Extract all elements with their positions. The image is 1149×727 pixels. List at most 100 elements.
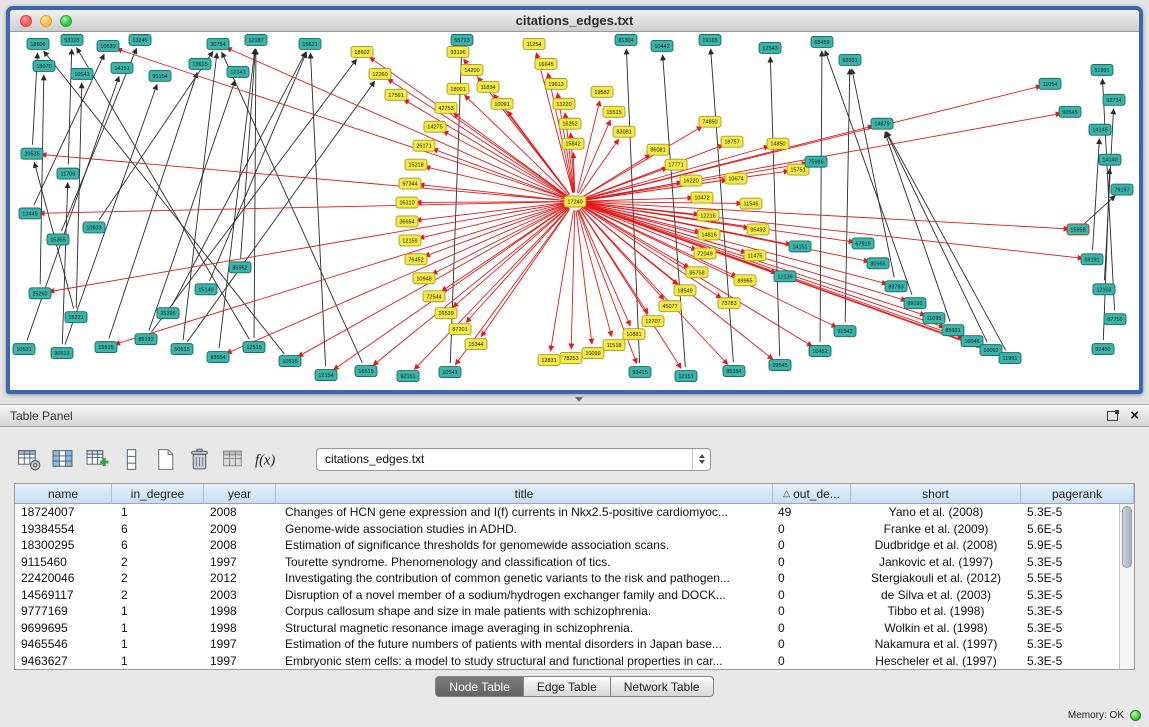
graph-edge[interactable]: [548, 73, 573, 193]
table-cell[interactable]: 0: [773, 554, 851, 571]
graph-node[interactable]: 12141: [227, 66, 249, 77]
graph-node[interactable]: 86081: [647, 144, 669, 155]
graph-edge[interactable]: [584, 204, 888, 284]
graph-node[interactable]: 10091: [491, 98, 513, 109]
graph-node[interactable]: 18757: [721, 136, 743, 147]
graph-edge[interactable]: [886, 132, 987, 342]
graph-edge[interactable]: [41, 154, 566, 200]
table-row[interactable]: 969969511998Structural magnetic resonanc…: [15, 620, 1119, 637]
table-cell[interactable]: 5.6E-5: [1021, 521, 1119, 538]
close-window-button[interactable]: [20, 15, 32, 27]
table-cell[interactable]: 0: [773, 653, 851, 670]
table-cell[interactable]: 18300295: [15, 537, 112, 554]
table-cell[interactable]: 2008: [204, 504, 276, 521]
network-canvas[interactable]: 17240 18001 42753 14275 26171 15318 9734…: [10, 32, 1139, 389]
table-settings-button[interactable]: [14, 445, 44, 473]
graph-node[interactable]: 85952: [229, 262, 251, 273]
graph-node[interactable]: 12260: [369, 68, 391, 79]
table-cell[interactable]: 9777169: [15, 603, 112, 620]
table-cell[interactable]: 2012: [204, 570, 276, 587]
network-view-window[interactable]: citations_edges.txt 17240 18001 42753 14…: [6, 6, 1143, 394]
table-cell[interactable]: 0: [773, 537, 851, 554]
minimize-window-button[interactable]: [40, 15, 52, 27]
table-cell[interactable]: 5.3E-5: [1021, 504, 1119, 521]
table-row[interactable]: 946362711997Embryonic stem cells: a mode…: [15, 653, 1119, 670]
graph-edge[interactable]: [626, 49, 639, 363]
close-panel-icon[interactable]: ×: [1130, 409, 1139, 423]
graph-node[interactable]: 16220: [680, 175, 702, 186]
graph-node[interactable]: 19165: [699, 34, 721, 45]
graph-node[interactable]: 15318: [405, 159, 427, 170]
graph-edge[interactable]: [453, 207, 568, 307]
table-row[interactable]: 2242004622012Investigating the contribut…: [15, 570, 1119, 587]
graph-node[interactable]: 87201: [449, 324, 471, 335]
import-table-button[interactable]: [218, 445, 248, 473]
graph-node[interactable]: 17771: [665, 159, 687, 170]
table-cell[interactable]: de Silva et al. (2003): [851, 587, 1021, 604]
graph-node[interactable]: 10881: [623, 329, 645, 340]
graph-edge[interactable]: [369, 57, 567, 196]
table-cell[interactable]: 1: [112, 653, 204, 670]
table-cell[interactable]: 1998: [204, 603, 276, 620]
network-graph[interactable]: 17240 18001 42753 14275 26171 15318 9734…: [10, 32, 1139, 389]
table-cell[interactable]: 1: [112, 504, 204, 521]
edit-table-button[interactable]: [82, 445, 112, 473]
graph-edge[interactable]: [584, 202, 1069, 229]
table-cell[interactable]: 0: [773, 620, 851, 637]
graph-node[interactable]: 10452: [809, 346, 831, 357]
table-cell[interactable]: Disruption of a novel member of a sodium…: [276, 587, 773, 604]
table-cell[interactable]: 0: [773, 603, 851, 620]
graph-node[interactable]: 99545: [769, 360, 791, 371]
graph-node[interactable]: 18549: [674, 285, 696, 296]
graph-node[interactable]: 95493: [747, 224, 769, 235]
graph-edge[interactable]: [241, 49, 256, 258]
table-cell[interactable]: Franke et al. (2009): [851, 521, 1021, 538]
graph-node[interactable]: 10541: [439, 367, 461, 378]
graph-node[interactable]: 15221: [65, 312, 87, 323]
graph-node[interactable]: 11518: [603, 340, 625, 351]
graph-node[interactable]: 12159: [399, 235, 421, 246]
graph-edge[interactable]: [466, 208, 569, 322]
table-cell[interactable]: 0: [773, 521, 851, 538]
graph-node[interactable]: 51991: [1091, 64, 1113, 75]
graph-edge[interactable]: [441, 207, 567, 292]
table-scrollbar[interactable]: [1119, 504, 1134, 669]
table-cell[interactable]: Stergiakouli et al. (2012): [851, 570, 1021, 587]
graph-node[interactable]: 30754: [207, 38, 229, 49]
graph-node[interactable]: 81304: [615, 34, 637, 45]
table-cell[interactable]: Yano et al. (2008): [851, 504, 1021, 521]
graph-edge[interactable]: [419, 185, 566, 201]
graph-node[interactable]: 42753: [435, 102, 457, 113]
graph-edge[interactable]: [770, 57, 779, 356]
graph-edge[interactable]: [424, 205, 566, 257]
table-cell[interactable]: 0: [773, 636, 851, 653]
graph-node[interactable]: 12151: [675, 371, 697, 382]
table-cell[interactable]: 9465546: [15, 636, 112, 653]
graph-node[interactable]: 18070: [33, 60, 55, 71]
table-cell[interactable]: Tibbo et al. (1998): [851, 603, 1021, 620]
graph-node[interactable]: 36654: [396, 216, 418, 227]
graph-node[interactable]: 15355: [47, 234, 69, 245]
graph-node[interactable]: 53103: [61, 34, 83, 45]
graph-edge[interactable]: [77, 48, 250, 340]
graph-edge[interactable]: [711, 49, 734, 362]
graph-node[interactable]: 45077: [659, 301, 681, 312]
graph-node[interactable]: 25260: [29, 288, 51, 299]
table-cell[interactable]: 19384554: [15, 521, 112, 538]
graph-node[interactable]: 18602: [351, 46, 373, 57]
table-cell[interactable]: 18724007: [15, 504, 112, 521]
graph-edge[interactable]: [219, 49, 255, 348]
table-cell[interactable]: Embryonic stem cells: a model to study s…: [276, 653, 773, 670]
graph-node[interactable]: 79197: [1111, 184, 1133, 195]
graph-node[interactable]: 78253: [560, 353, 582, 364]
table-cell[interactable]: 1997: [204, 554, 276, 571]
graph-node[interactable]: 20535: [21, 148, 43, 159]
graph-edge[interactable]: [210, 52, 307, 281]
graph-edge[interactable]: [845, 69, 850, 322]
graph-node[interactable]: 12831: [538, 355, 560, 366]
column-header-name[interactable]: name: [15, 484, 112, 503]
graph-edge[interactable]: [1093, 139, 1100, 251]
table-cell[interactable]: 6: [112, 537, 204, 554]
graph-node[interactable]: 12515: [243, 342, 265, 353]
graph-node[interactable]: 15621: [299, 38, 321, 49]
